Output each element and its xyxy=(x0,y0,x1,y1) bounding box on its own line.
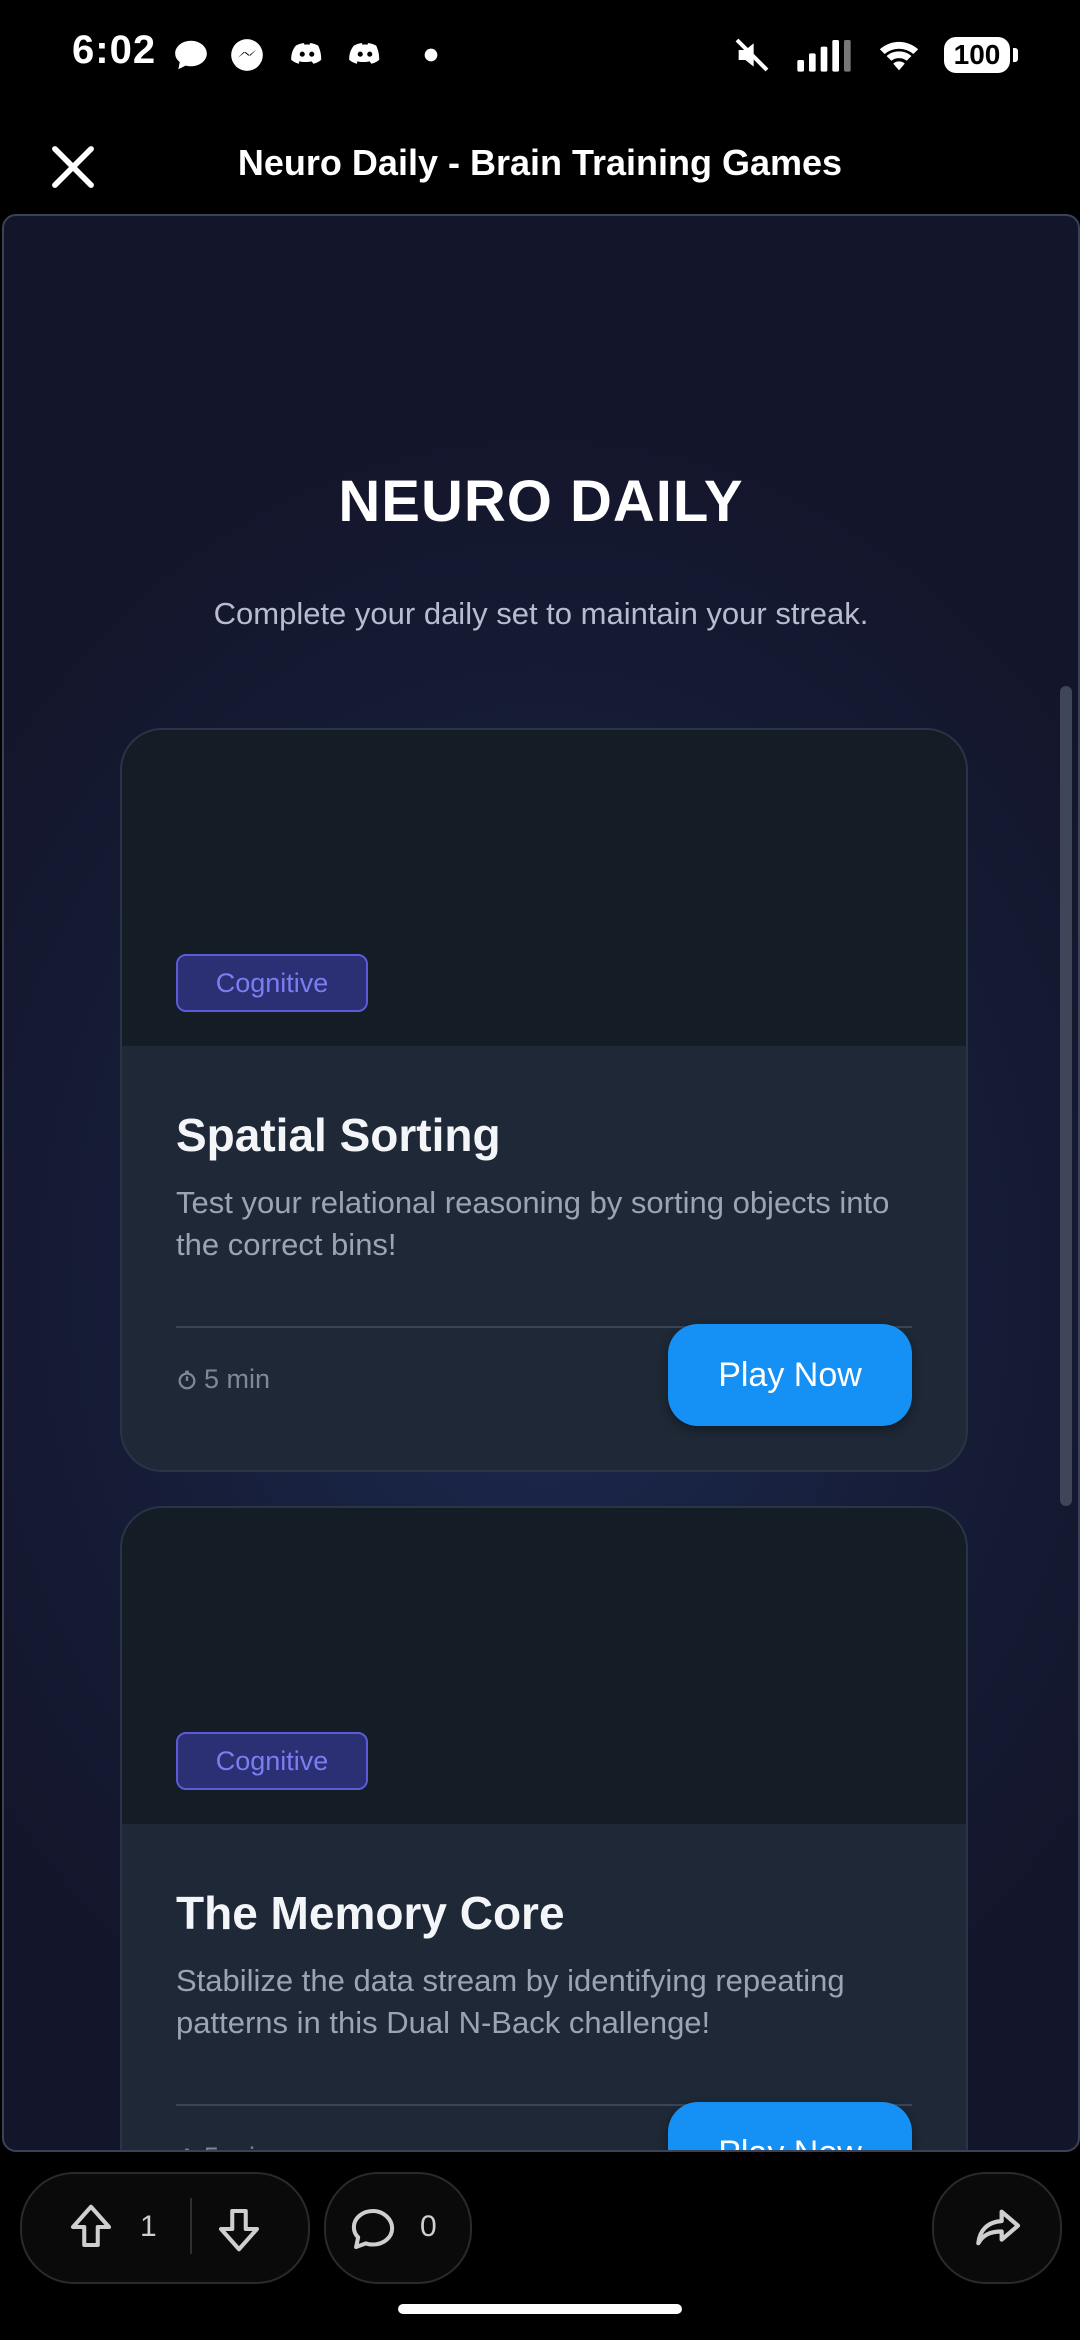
game-card[interactable]: Cognitive Spatial Sorting Test your rela… xyxy=(120,728,968,1472)
vote-control: 1 xyxy=(20,2172,310,2284)
share-button[interactable] xyxy=(932,2172,1062,2284)
card-hero: Cognitive xyxy=(122,1508,966,1824)
messenger-icon xyxy=(231,39,263,71)
web-content[interactable]: NEURO DAILY Complete your daily set to m… xyxy=(2,214,1080,2152)
card-hero: Cognitive xyxy=(122,730,966,1046)
share-icon xyxy=(976,2209,1021,2246)
dot-icon xyxy=(424,48,438,62)
home-indicator[interactable] xyxy=(398,2304,682,2314)
chat-bubble-icon xyxy=(175,40,207,70)
tagline: Complete your daily set to maintain your… xyxy=(213,596,869,631)
card-title: Spatial Sorting xyxy=(176,1109,501,1161)
battery-level: 100 xyxy=(953,39,1001,70)
duration-text: 5 min xyxy=(204,2142,270,2150)
category-badge: Cognitive xyxy=(176,1732,368,1790)
discord-icon xyxy=(291,43,322,64)
duration: 5 min xyxy=(176,2142,270,2150)
page-title: Neuro Daily - Brain Training Games xyxy=(237,142,843,183)
signal-icon xyxy=(797,40,851,72)
mute-icon xyxy=(735,38,769,72)
vote-divider xyxy=(190,2198,192,2254)
duration-text: 5 min xyxy=(204,1364,271,1394)
wifi-icon xyxy=(879,41,919,71)
timer-icon xyxy=(178,1370,196,1389)
comment-icon xyxy=(351,2208,395,2250)
card-description: Test your relational reasoning by sortin… xyxy=(176,1185,890,1262)
downvote-icon[interactable] xyxy=(212,2202,266,2256)
card-title: The Memory Core xyxy=(176,1887,565,1939)
brand-heading: NEURO DAILY xyxy=(338,469,744,534)
play-now-button[interactable]: Play Now xyxy=(668,2102,912,2150)
comments-button[interactable]: 0 xyxy=(324,2172,472,2284)
upvote-count: 1 xyxy=(140,2210,157,2243)
upvote-icon[interactable] xyxy=(64,2200,118,2254)
status-bar: 6:02 100 xyxy=(0,0,1080,110)
browser-header: Neuro Daily - Brain Training Games xyxy=(0,110,1080,214)
status-time: 6:02 xyxy=(72,28,157,72)
bottom-action-bar: 1 0 xyxy=(0,2152,1080,2302)
duration: 5 min xyxy=(176,1364,270,1395)
card-description: Stabilize the data stream by identifying… xyxy=(176,1963,845,2040)
system-icons: 100 xyxy=(732,32,1018,78)
scrollbar[interactable] xyxy=(1060,686,1072,1506)
discord-icon xyxy=(349,43,380,64)
comment-count: 0 xyxy=(420,2210,437,2243)
play-now-button[interactable]: Play Now xyxy=(668,1324,912,1426)
battery-icon: 100 xyxy=(944,37,1018,73)
game-card[interactable]: Cognitive The Memory Core Stabilize the … xyxy=(120,1506,968,2150)
category-badge: Cognitive xyxy=(176,954,368,1012)
